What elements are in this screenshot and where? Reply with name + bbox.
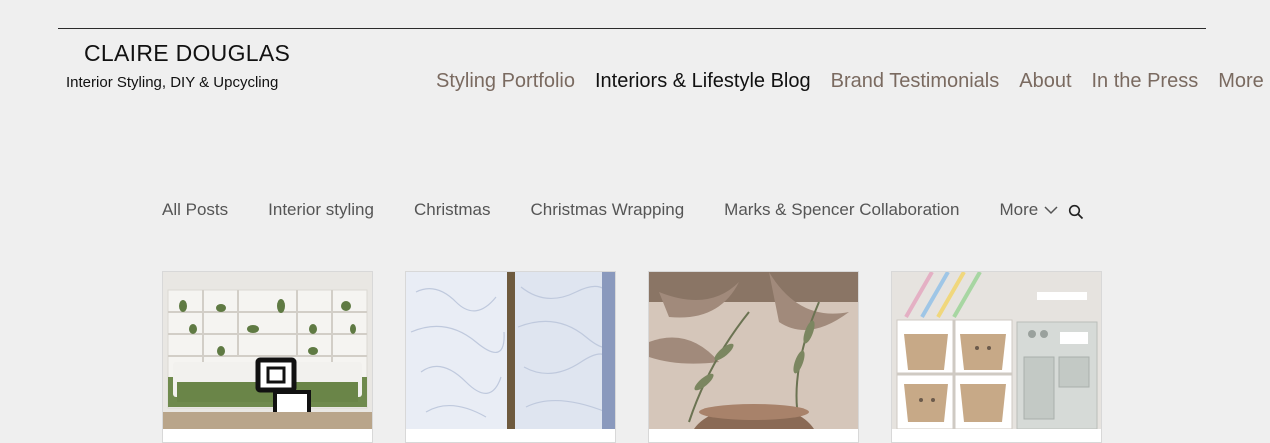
main-nav: Styling Portfolio Interiors & Lifestyle …	[436, 70, 1270, 93]
category-all-posts[interactable]: All Posts	[162, 200, 228, 220]
header-divider	[58, 28, 1206, 29]
nav-item-styling-portfolio[interactable]: Styling Portfolio	[436, 70, 575, 93]
post-card[interactable]	[648, 271, 859, 443]
post-image-kids-storage[interactable]	[892, 272, 1101, 429]
post-image-plaster-art[interactable]	[406, 272, 615, 429]
search-icon[interactable]	[1068, 204, 1084, 225]
post-card[interactable]	[162, 271, 373, 443]
nav-item-blog[interactable]: Interiors & Lifestyle Blog	[595, 70, 811, 93]
nav-item-more[interactable]: More	[1218, 70, 1264, 93]
nav-item-in-the-press[interactable]: In the Press	[1092, 70, 1199, 93]
nav-item-brand-testimonials[interactable]: Brand Testimonials	[831, 70, 1000, 93]
nav-item-about[interactable]: About	[1019, 70, 1071, 93]
category-interior-styling[interactable]: Interior styling	[268, 200, 374, 220]
post-card[interactable]	[405, 271, 616, 443]
site-tagline: Interior Styling, DIY & Upcycling	[66, 74, 279, 91]
post-image-living-room[interactable]	[163, 272, 372, 429]
blog-category-menu: All Posts Interior styling Christmas Chr…	[162, 200, 1058, 220]
post-image-dried-foliage[interactable]	[649, 272, 858, 429]
post-card[interactable]	[891, 271, 1102, 443]
category-christmas-wrapping[interactable]: Christmas Wrapping	[530, 200, 684, 220]
category-christmas[interactable]: Christmas	[414, 200, 491, 220]
chevron-down-icon	[1044, 205, 1058, 214]
category-more-label: More	[999, 200, 1039, 219]
category-marks-spencer[interactable]: Marks & Spencer Collaboration	[724, 200, 959, 220]
site-title[interactable]: CLAIRE DOUGLAS	[84, 40, 290, 67]
category-more-dropdown[interactable]: More	[999, 200, 1058, 220]
